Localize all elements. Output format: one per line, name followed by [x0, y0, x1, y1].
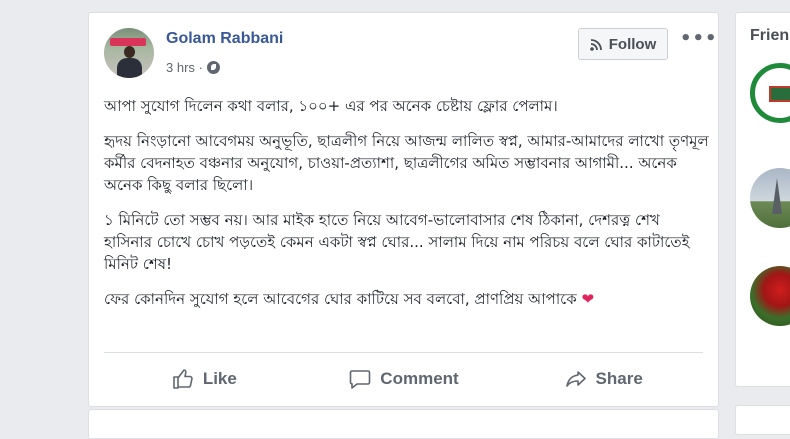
- more-options-button[interactable]: •••: [680, 30, 717, 54]
- comment-bubble-icon: [349, 370, 371, 389]
- comment-button[interactable]: Comment: [304, 361, 504, 397]
- post-paragraph-text: ফের কোনদিন সুযোগ হলে আবেগের ঘোর কাটিয়ে …: [104, 290, 577, 308]
- post-meta: 3 hrs ·: [166, 60, 220, 75]
- like-label: Like: [202, 369, 237, 388]
- friend-thumbnail[interactable]: [750, 63, 790, 123]
- comment-label: Comment: [380, 369, 459, 388]
- friend-thumbnail[interactable]: [750, 266, 790, 326]
- avatar[interactable]: [104, 28, 154, 78]
- author-name[interactable]: Golam Rabbani: [166, 30, 283, 48]
- share-label: Share: [595, 369, 643, 388]
- post-paragraph-last: ফের কোনদিন সুযোগ হলে আবেগের ঘোর কাটিয়ে …: [104, 288, 709, 310]
- thumbs-up-icon: [173, 369, 193, 389]
- follow-button[interactable]: Follow: [578, 28, 668, 60]
- post-actions: Like Comment Share: [104, 361, 703, 397]
- next-post-card: [88, 409, 719, 439]
- post-header: Golam Rabbani 3 hrs · Follow •••: [104, 28, 717, 84]
- like-button[interactable]: Like: [104, 361, 304, 397]
- sidebar-card: [735, 405, 790, 435]
- friend-thumbnail[interactable]: [750, 168, 790, 228]
- friends-sidebar: Frien: [735, 12, 790, 387]
- post-paragraph: ১ মিনিটে তো সম্ভব নয়। আর মাইক হাতে নিয়…: [104, 211, 690, 273]
- post-body: আপা সুযোগ দিলেন কথা বলার, ১০০+ এর পর অনে…: [104, 95, 709, 323]
- follow-label: Follow: [608, 35, 657, 53]
- post-time[interactable]: 3 hrs ·: [166, 60, 203, 75]
- globe-icon[interactable]: [206, 61, 220, 74]
- post-paragraph: হৃদয় নিংড়ানো আবেগময় অনুভূতি, ছাত্রলীগ…: [104, 132, 709, 194]
- post-paragraph: আপা সুযোগ দিলেন কথা বলার, ১০০+ এর পর অনে…: [104, 97, 558, 115]
- share-arrow-icon: [565, 371, 586, 387]
- sidebar-title: Frien: [750, 27, 790, 44]
- heart-icon: ❤: [581, 290, 595, 308]
- share-button[interactable]: Share: [503, 361, 703, 397]
- post-card: Golam Rabbani 3 hrs · Follow ••• আপা সুয…: [88, 12, 719, 407]
- divider: [104, 352, 703, 353]
- rss-icon: [589, 38, 602, 51]
